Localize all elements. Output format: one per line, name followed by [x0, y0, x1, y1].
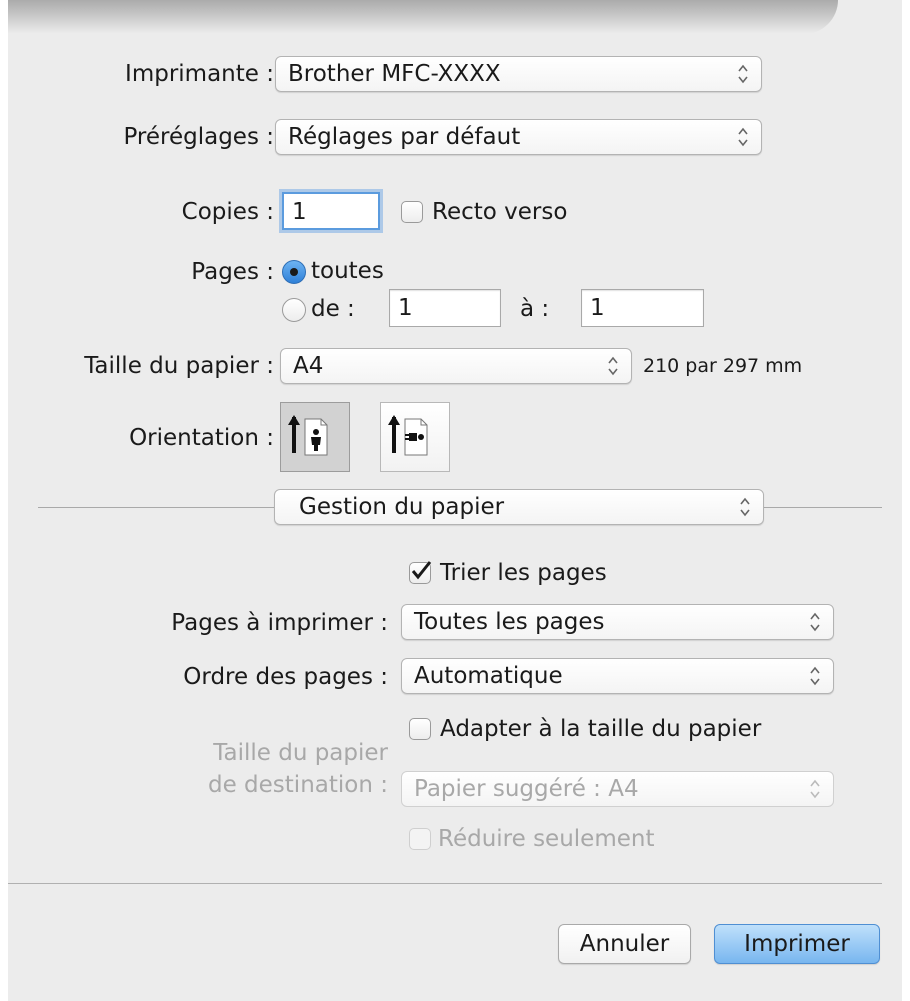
- pages-to-field[interactable]: 1: [581, 289, 704, 327]
- popup-arrows-icon: [740, 497, 750, 517]
- pages-range-label: de :: [311, 296, 355, 322]
- paper-size-popup[interactable]: A4: [280, 348, 632, 384]
- bottom-separator: [8, 883, 882, 884]
- pages-from-field[interactable]: 1: [389, 289, 501, 327]
- scale-to-fit-label: Adapter à la taille du papier: [440, 716, 762, 742]
- print-dialog: Imprimante : Brother MFC-XXXX Préréglage…: [8, 0, 902, 1001]
- paper-size-value: A4: [293, 353, 324, 379]
- section-separator-right: [764, 507, 882, 508]
- portrait-icon: [288, 415, 328, 456]
- title-bar-shadow: [8, 0, 838, 34]
- popup-arrows-icon: [608, 356, 618, 376]
- pages-all-label: toutes: [311, 258, 384, 284]
- printer-value: Brother MFC-XXXX: [288, 61, 501, 87]
- section-value: Gestion du papier: [299, 494, 505, 520]
- popup-arrows-icon: [810, 666, 820, 686]
- popup-arrows-icon: [810, 612, 820, 632]
- pages-range-radio[interactable]: [282, 298, 306, 322]
- duplex-checkbox[interactable]: [401, 201, 423, 223]
- checkmark-icon: [411, 561, 432, 580]
- scale-down-only-checkbox[interactable]: [409, 828, 431, 850]
- pages-to-print-label: Pages à imprimer :: [171, 610, 388, 636]
- destination-paper-label-1: Taille du papier: [213, 740, 388, 766]
- page-order-popup[interactable]: Automatique: [401, 658, 834, 694]
- popup-arrows-icon: [810, 779, 820, 799]
- pages-label: Pages :: [191, 259, 274, 285]
- printer-popup[interactable]: Brother MFC-XXXX: [275, 56, 762, 92]
- landscape-button[interactable]: [380, 402, 450, 472]
- scale-to-fit-checkbox[interactable]: [409, 718, 431, 740]
- scale-down-only-label: Réduire seulement: [438, 826, 655, 852]
- presets-popup[interactable]: Réglages par défaut: [275, 119, 762, 155]
- portrait-button[interactable]: [280, 402, 350, 472]
- section-separator-left: [38, 507, 274, 508]
- copies-field[interactable]: 1: [282, 192, 380, 230]
- destination-paper-popup[interactable]: Papier suggéré : A4: [401, 771, 834, 807]
- page-order-label: Ordre des pages :: [183, 664, 388, 690]
- paper-dimensions: 210 par 297 mm: [643, 355, 803, 377]
- presets-label: Préréglages :: [123, 124, 274, 150]
- landscape-icon: [388, 415, 428, 456]
- printer-label: Imprimante :: [125, 61, 274, 87]
- page-order-value: Automatique: [414, 663, 563, 689]
- destination-paper-value: Papier suggéré : A4: [414, 776, 639, 802]
- pages-to-print-popup[interactable]: Toutes les pages: [401, 604, 834, 640]
- cancel-button[interactable]: Annuler: [558, 924, 691, 964]
- popup-arrows-icon: [738, 64, 748, 84]
- pages-all-radio[interactable]: [282, 260, 306, 284]
- pages-to-label: à :: [520, 296, 550, 322]
- paper-size-label: Taille du papier :: [84, 353, 274, 379]
- popup-arrows-icon: [738, 127, 748, 147]
- duplex-label: Recto verso: [432, 199, 568, 225]
- presets-value: Réglages par défaut: [288, 124, 521, 150]
- section-popup[interactable]: Gestion du papier: [274, 489, 764, 525]
- destination-paper-label-2: de destination :: [208, 772, 388, 798]
- collate-checkbox[interactable]: [409, 561, 432, 584]
- collate-label: Trier les pages: [440, 560, 607, 586]
- print-button[interactable]: Imprimer: [714, 924, 880, 964]
- pages-to-print-value: Toutes les pages: [414, 609, 605, 635]
- copies-label: Copies :: [181, 199, 274, 225]
- orientation-label: Orientation :: [129, 425, 274, 451]
